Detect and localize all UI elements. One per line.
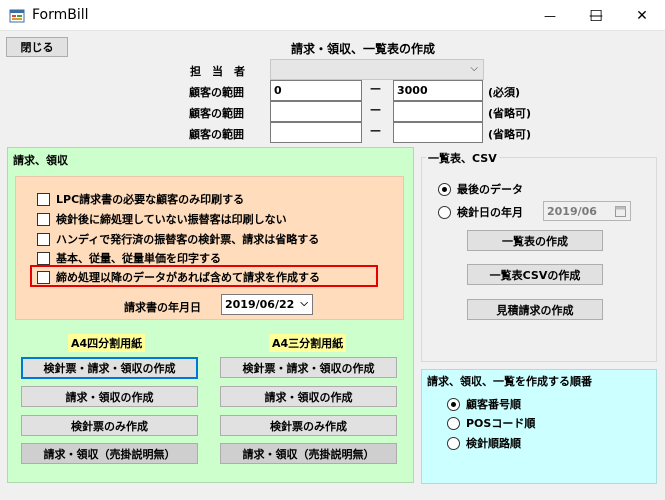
range-label-1: 顧客の範囲 (189, 86, 244, 99)
range-from-2[interactable] (270, 101, 362, 122)
checkbox[interactable] (37, 212, 50, 226)
option-skip-handy[interactable]: ハンディで発行済の振替客の検針票、請求は省略する (37, 231, 319, 247)
checkbox[interactable] (37, 251, 50, 265)
chevron-down-icon: ⌵ (300, 298, 308, 309)
formbill-window: FormBill — — ☐ ✕ 閉じる 請求・領収、一覧表の作成 担 当 者 … (0, 0, 665, 500)
checkbox[interactable] (37, 192, 50, 206)
option-label: 検針後に締処理していない振替客は印刷しない (56, 213, 287, 226)
range-label-3: 顧客の範囲 (189, 128, 244, 141)
radio-label: 顧客番号順 (466, 398, 521, 411)
radio-label: 検針日の年月 (457, 206, 523, 219)
minimize-button[interactable]: — (527, 0, 573, 31)
meter-month-picker[interactable]: 2019/06 (543, 201, 631, 221)
billing-title: 請求、領収 (13, 154, 68, 167)
range-note-2: (省略可) (488, 107, 532, 120)
range-label-2: 顧客の範囲 (189, 107, 244, 120)
option-print-unit-price[interactable]: 基本、従量、従量単価を印字する (37, 250, 221, 266)
radio-order-route[interactable]: 検針順路順 (447, 435, 521, 451)
option-lpc-only[interactable]: LPC請求書の必要な顧客のみ印刷する (37, 191, 244, 207)
a4-three-label: A4三分割用紙 (269, 334, 347, 352)
range-to-2[interactable] (393, 101, 483, 122)
radio-meter-month[interactable]: 検針日の年月 (438, 204, 523, 220)
range-to-3[interactable] (393, 122, 483, 143)
checkbox[interactable] (37, 270, 50, 284)
a4-four-label: A4四分割用紙 (68, 334, 146, 352)
radio-order-pos-code[interactable]: POSコード順 (447, 415, 535, 431)
a3-bill-receipt-button[interactable]: 請求・領収の作成 (220, 386, 397, 407)
radio-button[interactable] (447, 397, 460, 411)
range-to-1[interactable]: 3000 (393, 80, 483, 101)
a4-meter-bill-receipt-button[interactable]: 検針票・請求・領収の作成 (21, 357, 198, 379)
range-dash-1: — (370, 82, 381, 95)
list-csv-button[interactable]: 一覧表CSVの作成 (467, 264, 603, 285)
bill-date-label: 請求書の年月日 (124, 301, 201, 314)
maximize-icon: ☐ (589, 6, 603, 25)
option-label: LPC請求書の必要な顧客のみ印刷する (56, 193, 245, 206)
window-title: FormBill (32, 7, 89, 23)
range-from-3[interactable] (270, 122, 362, 143)
calendar-icon (615, 206, 626, 217)
close-icon: ✕ (636, 7, 648, 24)
option-label: ハンディで発行済の振替客の検針票、請求は省略する (56, 233, 320, 246)
order-title: 請求、領収、一覧を作成する順番 (427, 375, 592, 388)
minimize-icon: — (544, 8, 556, 23)
app-form-icon (9, 9, 25, 23)
range-note-1: (必須) (488, 86, 521, 99)
radio-button[interactable] (438, 182, 451, 196)
a4-meter-only-button[interactable]: 検針票のみ作成 (21, 415, 198, 436)
person-label: 担 当 者 (190, 65, 245, 78)
a3-meter-only-button[interactable]: 検針票のみ作成 (220, 415, 397, 436)
list-create-button[interactable]: 一覧表の作成 (467, 230, 603, 251)
list-title: 一覧表、CSV (426, 150, 499, 166)
meter-month-value: 2019/06 (547, 205, 597, 218)
radio-button[interactable] (438, 205, 451, 219)
range-dash-2: — (370, 103, 381, 116)
radio-last-data[interactable]: 最後のデータ (438, 181, 523, 197)
close-form-button[interactable]: 閉じる (6, 37, 68, 57)
checkbox[interactable] (37, 232, 50, 246)
option-skip-unclosed[interactable]: 検針後に締処理していない振替客は印刷しない (37, 211, 287, 227)
page-title: 請求・領収、一覧表の作成 (291, 42, 436, 56)
radio-button[interactable] (447, 436, 460, 450)
a3-bill-no-ar-button[interactable]: 請求・領収（売掛説明無） (220, 443, 397, 464)
radio-label: 最後のデータ (457, 183, 523, 196)
option-label: 締め処理以降のデータがあれば含めて請求を作成する (56, 271, 320, 284)
maximize-button[interactable]: ☐ (573, 0, 619, 31)
estimate-bill-button[interactable]: 見積請求の作成 (467, 299, 603, 320)
range-note-3: (省略可) (488, 128, 532, 141)
a4-bill-no-ar-button[interactable]: 請求・領収（売掛説明無） (21, 443, 198, 464)
range-dash-3: — (370, 124, 381, 137)
close-window-button[interactable]: ✕ (619, 0, 665, 31)
a4-bill-receipt-button[interactable]: 請求・領収の作成 (21, 386, 198, 407)
radio-order-customer-no[interactable]: 顧客番号順 (447, 396, 521, 412)
bill-date-picker[interactable]: 2019/06/22 ⌵ (221, 294, 313, 315)
person-select[interactable]: ⌵ (270, 59, 484, 80)
radio-button[interactable] (447, 416, 460, 430)
option-label: 基本、従量、従量単価を印字する (56, 252, 221, 265)
chevron-down-icon: ⌵ (470, 63, 478, 74)
range-from-1[interactable]: 0 (270, 80, 362, 101)
option-include-after-close[interactable]: 締め処理以降のデータがあれば含めて請求を作成する (37, 269, 320, 285)
radio-label: 検針順路順 (466, 437, 521, 450)
a3-meter-bill-receipt-button[interactable]: 検針票・請求・領収の作成 (220, 357, 397, 378)
radio-label: POSコード順 (466, 417, 536, 430)
bill-date-value: 2019/06/22 (225, 298, 295, 311)
